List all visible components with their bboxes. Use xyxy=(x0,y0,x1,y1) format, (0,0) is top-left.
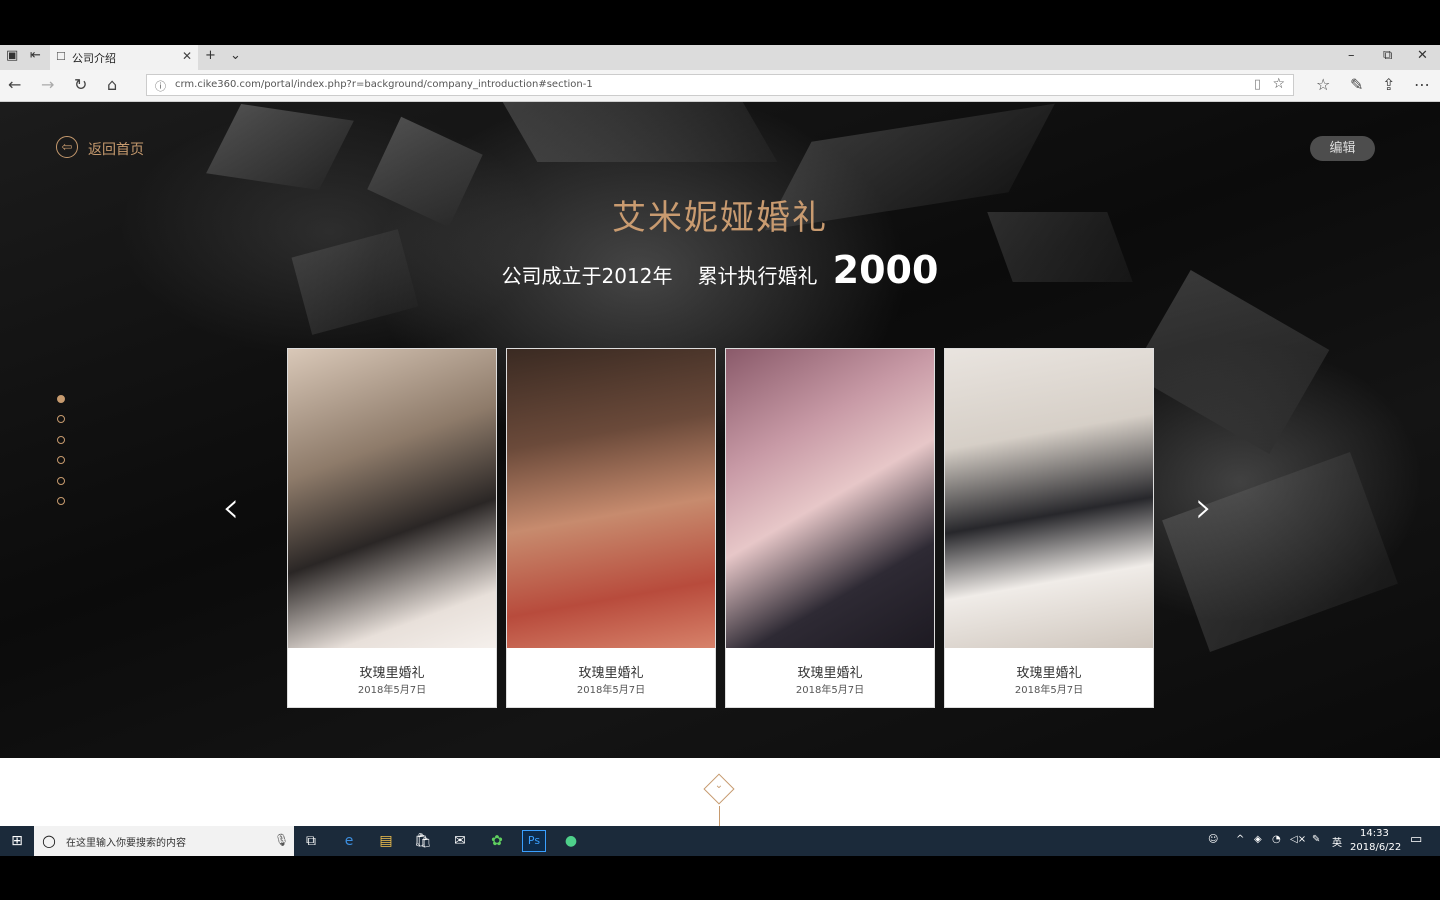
clock-date[interactable]: 2018/6/22 xyxy=(1350,842,1401,853)
cortana-icon: ○ xyxy=(42,831,56,850)
wedding-card[interactable]: 玫瑰里婚礼 2018年5月7日 xyxy=(944,348,1154,708)
card-title: 玫瑰里婚礼 xyxy=(578,666,644,681)
card-title: 玫瑰里婚礼 xyxy=(1016,666,1082,681)
wedding-photo xyxy=(507,349,715,648)
taskbar-search[interactable]: ○ 在这里输入你要搜索的内容 🎙 xyxy=(34,826,294,856)
founded-text: 公司成立于2012年 xyxy=(501,264,673,288)
section-dot-4[interactable] xyxy=(57,456,65,464)
bg-shard xyxy=(1130,270,1330,454)
file-explorer-icon[interactable]: ▤ xyxy=(375,831,397,851)
section-dot-2[interactable] xyxy=(57,415,65,423)
section-dot-5[interactable] xyxy=(57,477,65,485)
tray-expand-icon[interactable]: ^ xyxy=(1236,834,1244,845)
section-dot-1[interactable] xyxy=(57,395,65,403)
url-field[interactable]: ⓘ crm.cike360.com/portal/index.php?r=bac… xyxy=(146,74,1294,96)
close-tab-icon[interactable]: ✕ xyxy=(182,49,192,63)
volume-mute-icon[interactable]: ◁× xyxy=(1290,834,1306,845)
tab-actions-icon[interactable]: ▣ xyxy=(6,48,18,63)
card-date: 2018年5月7日 xyxy=(357,685,427,696)
back-arrow-icon: ⇦ xyxy=(56,136,78,158)
clock-time[interactable]: 14:33 xyxy=(1360,828,1389,839)
close-window-icon[interactable]: ✕ xyxy=(1417,48,1428,63)
tray-app-icon[interactable]: ◈ xyxy=(1254,834,1262,845)
people-icon[interactable]: ☺ xyxy=(1208,834,1218,845)
pen-icon[interactable]: ✎ xyxy=(1350,75,1363,94)
divider-line xyxy=(719,806,720,826)
microphone-icon[interactable]: 🎙 xyxy=(274,833,289,847)
action-center-icon[interactable]: ▭ xyxy=(1410,832,1422,847)
photoshop-icon[interactable]: Ps xyxy=(522,830,546,852)
wedding-card[interactable]: 玫瑰里婚礼 2018年5月7日 xyxy=(725,348,935,708)
carousel-prev-icon[interactable]: ‹ xyxy=(222,486,240,530)
next-section-strip: ⌄ xyxy=(0,758,1440,826)
back-home-label: 返回首页 xyxy=(88,142,144,158)
card-date: 2018年5月7日 xyxy=(1014,685,1084,696)
pen-workspace-icon[interactable]: ✎ xyxy=(1312,834,1320,845)
tab-aside-icon[interactable]: ⇤ xyxy=(30,48,41,63)
store-icon[interactable]: 🛍 xyxy=(412,831,434,851)
executed-label: 累计执行婚礼 xyxy=(697,264,818,288)
address-bar: ← → ↻ ⌂ ⓘ crm.cike360.com/portal/index.p… xyxy=(0,70,1440,102)
section-dot-3[interactable] xyxy=(57,436,65,444)
carousel-next-icon[interactable]: › xyxy=(1195,486,1213,530)
tab-title: 公司介绍 xyxy=(72,52,116,65)
app-leaf-icon[interactable]: ● xyxy=(560,831,582,851)
executed-count: 2000 xyxy=(832,248,939,292)
wedding-card[interactable]: 玫瑰里婚礼 2018年5月7日 xyxy=(506,348,716,708)
card-date: 2018年5月7日 xyxy=(795,685,865,696)
edit-button[interactable]: 编辑 xyxy=(1310,136,1375,161)
card-title: 玫瑰里婚礼 xyxy=(359,666,425,681)
wedding-photo xyxy=(288,349,496,648)
minimize-icon[interactable]: – xyxy=(1348,48,1355,63)
brand-title: 艾米妮娅婚礼 xyxy=(612,198,828,238)
info-icon[interactable]: ⓘ xyxy=(155,78,166,94)
card-title: 玫瑰里婚礼 xyxy=(797,666,863,681)
wedding-card[interactable]: 玫瑰里婚礼 2018年5月7日 xyxy=(287,348,497,708)
windows-start-icon[interactable]: ⊞ xyxy=(6,831,28,851)
edge-icon[interactable]: e xyxy=(338,831,360,851)
forward-icon[interactable]: → xyxy=(41,75,54,94)
wedding-photo xyxy=(726,349,934,648)
new-tab-icon[interactable]: + xyxy=(205,48,216,63)
wedding-photo xyxy=(945,349,1153,648)
restore-icon[interactable]: ⧉ xyxy=(1383,48,1392,63)
page-icon: ☐ xyxy=(56,50,66,63)
page-hero: ⇦ 返回首页 编辑 艾米妮娅婚礼 公司成立于2012年 累计执行婚礼 2000 … xyxy=(0,102,1440,758)
search-placeholder: 在这里输入你要搜索的内容 xyxy=(66,838,186,849)
taskbar: ⊞ ○ 在这里输入你要搜索的内容 🎙 ⧉ e ▤ 🛍 ✉ ✿ Ps ● ☺ ^ … xyxy=(0,826,1440,856)
reading-view-icon[interactable]: ▯ xyxy=(1254,77,1261,92)
more-icon[interactable]: ⋯ xyxy=(1414,75,1430,94)
wechat-icon[interactable]: ✿ xyxy=(486,831,508,851)
share-icon[interactable]: ⇪ xyxy=(1382,75,1395,94)
chevron-down-icon: ⌄ xyxy=(714,780,724,791)
refresh-icon[interactable]: ↻ xyxy=(74,75,87,94)
section-dot-6[interactable] xyxy=(57,497,65,505)
bg-shard xyxy=(206,103,354,191)
company-stats: 公司成立于2012年 累计执行婚礼 2000 xyxy=(0,248,1440,292)
bg-shard xyxy=(502,102,778,162)
task-view-icon[interactable]: ⧉ xyxy=(300,831,322,851)
tab-bar: ▣ ⇤ ☐ 公司介绍 ✕ + ⌄ – ⧉ ✕ xyxy=(0,45,1440,70)
favorite-star-icon[interactable]: ☆ xyxy=(1272,76,1285,92)
back-icon[interactable]: ← xyxy=(8,75,21,94)
home-icon[interactable]: ⌂ xyxy=(107,75,117,94)
url-text: crm.cike360.com/portal/index.php?r=backg… xyxy=(175,79,593,90)
ime-indicator[interactable]: 英 xyxy=(1332,834,1342,849)
favorites-icon[interactable]: ☆ xyxy=(1316,75,1330,94)
network-icon[interactable]: ◔ xyxy=(1272,834,1281,845)
browser-tab[interactable]: ☐ 公司介绍 ✕ xyxy=(50,45,198,70)
mail-icon[interactable]: ✉ xyxy=(449,831,471,851)
tab-preview-icon[interactable]: ⌄ xyxy=(230,48,241,63)
card-date: 2018年5月7日 xyxy=(576,685,646,696)
